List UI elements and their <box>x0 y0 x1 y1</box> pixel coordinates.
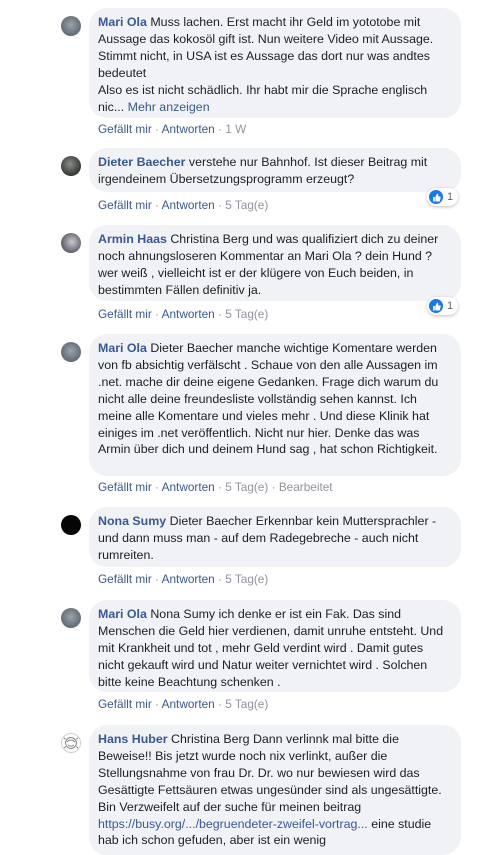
reply-link[interactable]: Antworten <box>162 198 215 212</box>
comment-time[interactable]: 5 Tag(e) <box>225 198 268 212</box>
reply-link[interactable]: Antworten <box>162 122 215 136</box>
avatar[interactable] <box>61 16 81 36</box>
comment-bubble: Mari Ola Dieter Baecher manche wichtige … <box>89 334 461 476</box>
see-more-link[interactable]: Mehr anzeigen <box>128 100 210 114</box>
like-link[interactable]: Gefällt mir <box>98 198 152 212</box>
like-reaction-icon <box>429 190 443 204</box>
reply-link[interactable]: Antworten <box>162 572 215 586</box>
comment-bubble: Mari Ola Muss lachen. Erst macht ihr Gel… <box>89 8 461 118</box>
comment-bubble: Armin Haas Christina Berg und was qualif… <box>89 225 461 301</box>
like-link[interactable]: Gefällt mir <box>98 307 152 321</box>
comment-bubble: Hans Huber Christina Berg Dann verlinnk … <box>89 725 461 855</box>
external-link[interactable]: https://busy.org/.../begruendeter-zweife… <box>98 817 368 831</box>
comment-actions: Gefällt mir · Antworten · 1 W <box>98 122 247 136</box>
comment-text: Dieter Baecher manche wichtige Komentare… <box>98 341 439 457</box>
avatar[interactable] <box>61 342 81 362</box>
comment-time[interactable]: 1 W <box>225 122 246 136</box>
comment-time[interactable]: 5 Tag(e) <box>225 480 268 494</box>
comment-author[interactable]: Mari Ola <box>98 341 147 355</box>
comment-author[interactable]: Nona Sumy <box>98 514 166 528</box>
comment-author[interactable]: Mari Ola <box>98 15 147 29</box>
comment-author[interactable]: Mari Ola <box>98 607 147 621</box>
avatar[interactable] <box>61 233 81 253</box>
comment-bubble: Mari Ola Nona Sumy ich denke er ist ein … <box>89 600 461 692</box>
like-link[interactable]: Gefällt mir <box>98 480 152 494</box>
edited-label[interactable]: Bearbeitet <box>279 480 333 494</box>
comment-actions: Gefällt mir · Antworten · 5 Tag(e) <box>98 198 269 212</box>
avatar[interactable] <box>61 733 81 753</box>
like-link[interactable]: Gefällt mir <box>98 572 152 586</box>
comment-bubble: Dieter Baecher verstehe nur Bahnhof. Ist… <box>89 148 461 192</box>
reaction-count[interactable]: 1 <box>427 297 459 315</box>
comment-time[interactable]: 5 Tag(e) <box>225 572 268 586</box>
comment-time[interactable]: 5 Tag(e) <box>225 307 268 321</box>
reaction-count[interactable]: 1 <box>427 188 459 206</box>
comment-author[interactable]: Armin Haas <box>98 232 167 246</box>
comment-time[interactable]: 5 Tag(e) <box>225 697 268 711</box>
comment-actions: Gefällt mir · Antworten · 5 Tag(e) <box>98 572 269 586</box>
reply-link[interactable]: Antworten <box>162 480 215 494</box>
comment-actions: Gefällt mir · Antworten · 5 Tag(e) · Bea… <box>98 480 333 494</box>
comment-author[interactable]: Dieter Baecher <box>98 155 185 169</box>
reply-link[interactable]: Antworten <box>162 307 215 321</box>
avatar[interactable] <box>61 156 81 176</box>
avatar[interactable] <box>61 608 81 628</box>
comment-actions: Gefällt mir · Antworten · 5 Tag(e) <box>98 697 269 711</box>
comment-author[interactable]: Hans Huber <box>98 732 168 746</box>
like-link[interactable]: Gefällt mir <box>98 122 152 136</box>
reply-link[interactable]: Antworten <box>162 697 215 711</box>
like-link[interactable]: Gefällt mir <box>98 697 152 711</box>
comment-text: Nona Sumy ich denke er ist ein Fak. Das … <box>98 607 444 689</box>
avatar[interactable] <box>61 515 81 535</box>
like-reaction-icon <box>429 299 443 313</box>
comment-actions: Gefällt mir · Antworten · 5 Tag(e) <box>98 307 269 321</box>
comment-bubble: Nona Sumy Dieter Baecher Erkennbar kein … <box>89 507 461 567</box>
